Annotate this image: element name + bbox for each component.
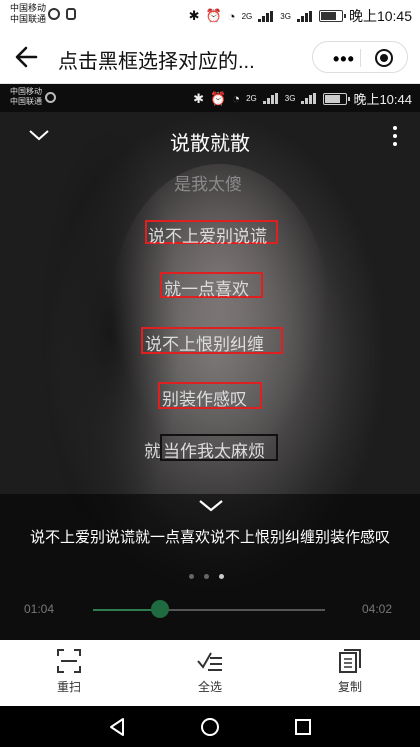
recognized-text: 说不上爱别说谎就一点喜欢说不上恨别纠缠别装作感叹 [29, 529, 390, 546]
battery-icon [318, 10, 346, 22]
progress-fill [93, 609, 161, 611]
lyric-line: 就一点喜欢 [164, 280, 249, 299]
network-type-1: 2G [246, 94, 257, 103]
lyric-line: 说不上爱别说谎 [148, 227, 267, 246]
notification-icon [66, 8, 76, 20]
back-arrow-icon[interactable] [12, 42, 42, 72]
action-bar: 重扫 全选 复制 [0, 640, 420, 706]
lyric-line: 是我太傻 [174, 175, 242, 194]
progress-knob[interactable] [151, 600, 170, 618]
nav-bar: 点击黑框选择对应的... ••• [0, 30, 420, 84]
signal-icon [296, 10, 313, 22]
collapse-chevron-icon[interactable] [198, 498, 224, 514]
system-nav-bar [0, 706, 420, 747]
wifi-icon: ◔ [227, 8, 236, 24]
page-dot [204, 574, 209, 579]
mini-program-capsule: ••• [312, 41, 408, 73]
carrier-1: 中国移动 [10, 3, 47, 13]
rescan-label: 重扫 [56, 680, 81, 694]
more-vertical-icon [392, 126, 398, 150]
progress-track [93, 609, 325, 611]
close-target-icon[interactable] [375, 49, 393, 67]
page-dot-active [219, 574, 224, 579]
status-time: 晚上10:44 [353, 92, 412, 107]
lyric-line: 别装作感叹 [162, 390, 247, 409]
select-all-icon [197, 652, 222, 671]
page-indicator [189, 574, 224, 579]
signal-icon [301, 93, 317, 104]
lyric-line: 当作我太麻烦 [163, 442, 265, 461]
player-status-bar: 中国移动 中国联通 ✱ ⏰ ◔ 2G 3G 晚上10:44 [0, 84, 420, 112]
battery-icon [323, 92, 351, 105]
recents-square-icon[interactable] [292, 716, 314, 738]
select-all-label: 全选 [197, 680, 222, 694]
globe-icon [45, 92, 56, 103]
bluetooth-icon: ✱ [193, 90, 205, 106]
bluetooth-icon: ✱ [188, 8, 200, 23]
home-circle-icon[interactable] [199, 716, 221, 738]
status-bar: 中国移动 中国联通 ✱ ⏰ ◔ 2G 3G 晚上10:45 [0, 0, 420, 30]
network-type-2: 3G [284, 94, 296, 103]
lyric-prefix: 就 [144, 442, 161, 461]
carrier-2: 中国联通 [10, 97, 42, 106]
recognized-text-panel: 说不上爱别说谎就一点喜欢说不上恨别纠缠别装作感叹 01:04 04:02 [0, 494, 420, 640]
song-title: 说散就散 [170, 133, 250, 155]
rescan-icon [57, 649, 81, 673]
signal-icon [258, 10, 274, 22]
wifi-icon: ◔ [232, 91, 241, 106]
total-time: 04:02 [361, 602, 392, 616]
status-right: ✱ ⏰ ◔ 2G 3G 晚上10:44 [193, 89, 412, 108]
background-face [110, 164, 330, 464]
page-dot [189, 574, 194, 579]
carrier-2: 中国联通 [10, 14, 47, 24]
network-type-1: 2G [241, 11, 253, 21]
copy-icon [339, 649, 361, 673]
carrier-info: 中国移动 中国联通 [10, 3, 46, 25]
copy-label: 复制 [337, 680, 362, 694]
network-type-2: 3G [280, 11, 291, 21]
rescan-button[interactable]: 重扫 [29, 648, 109, 695]
current-time: 01:04 [24, 602, 55, 616]
page-title: 点击黑框选择对应的... [58, 51, 255, 73]
status-time: 晚上10:45 [348, 8, 412, 24]
copy-button[interactable]: 复制 [310, 648, 390, 695]
globe-icon [48, 8, 60, 20]
status-right: ✱ ⏰ ◔ 2G 3G 晚上10:45 [189, 6, 412, 26]
alarm-icon: ⏰ [205, 8, 222, 23]
lyric-line: 说不上恨别纠缠 [145, 335, 264, 354]
back-triangle-icon[interactable] [106, 716, 128, 738]
carrier-info: 中国移动 中国联通 [10, 87, 42, 107]
scanned-image: 中国移动 中国联通 ✱ ⏰ ◔ 2G 3G 晚上10:44 说散就散 是我太傻 … [0, 84, 420, 640]
signal-icon [262, 93, 279, 104]
capsule-divider [360, 49, 361, 67]
carrier-1: 中国移动 [10, 87, 42, 96]
more-icon[interactable]: ••• [333, 49, 355, 70]
alarm-icon: ⏰ [210, 90, 227, 106]
select-all-button[interactable]: 全选 [170, 648, 250, 695]
